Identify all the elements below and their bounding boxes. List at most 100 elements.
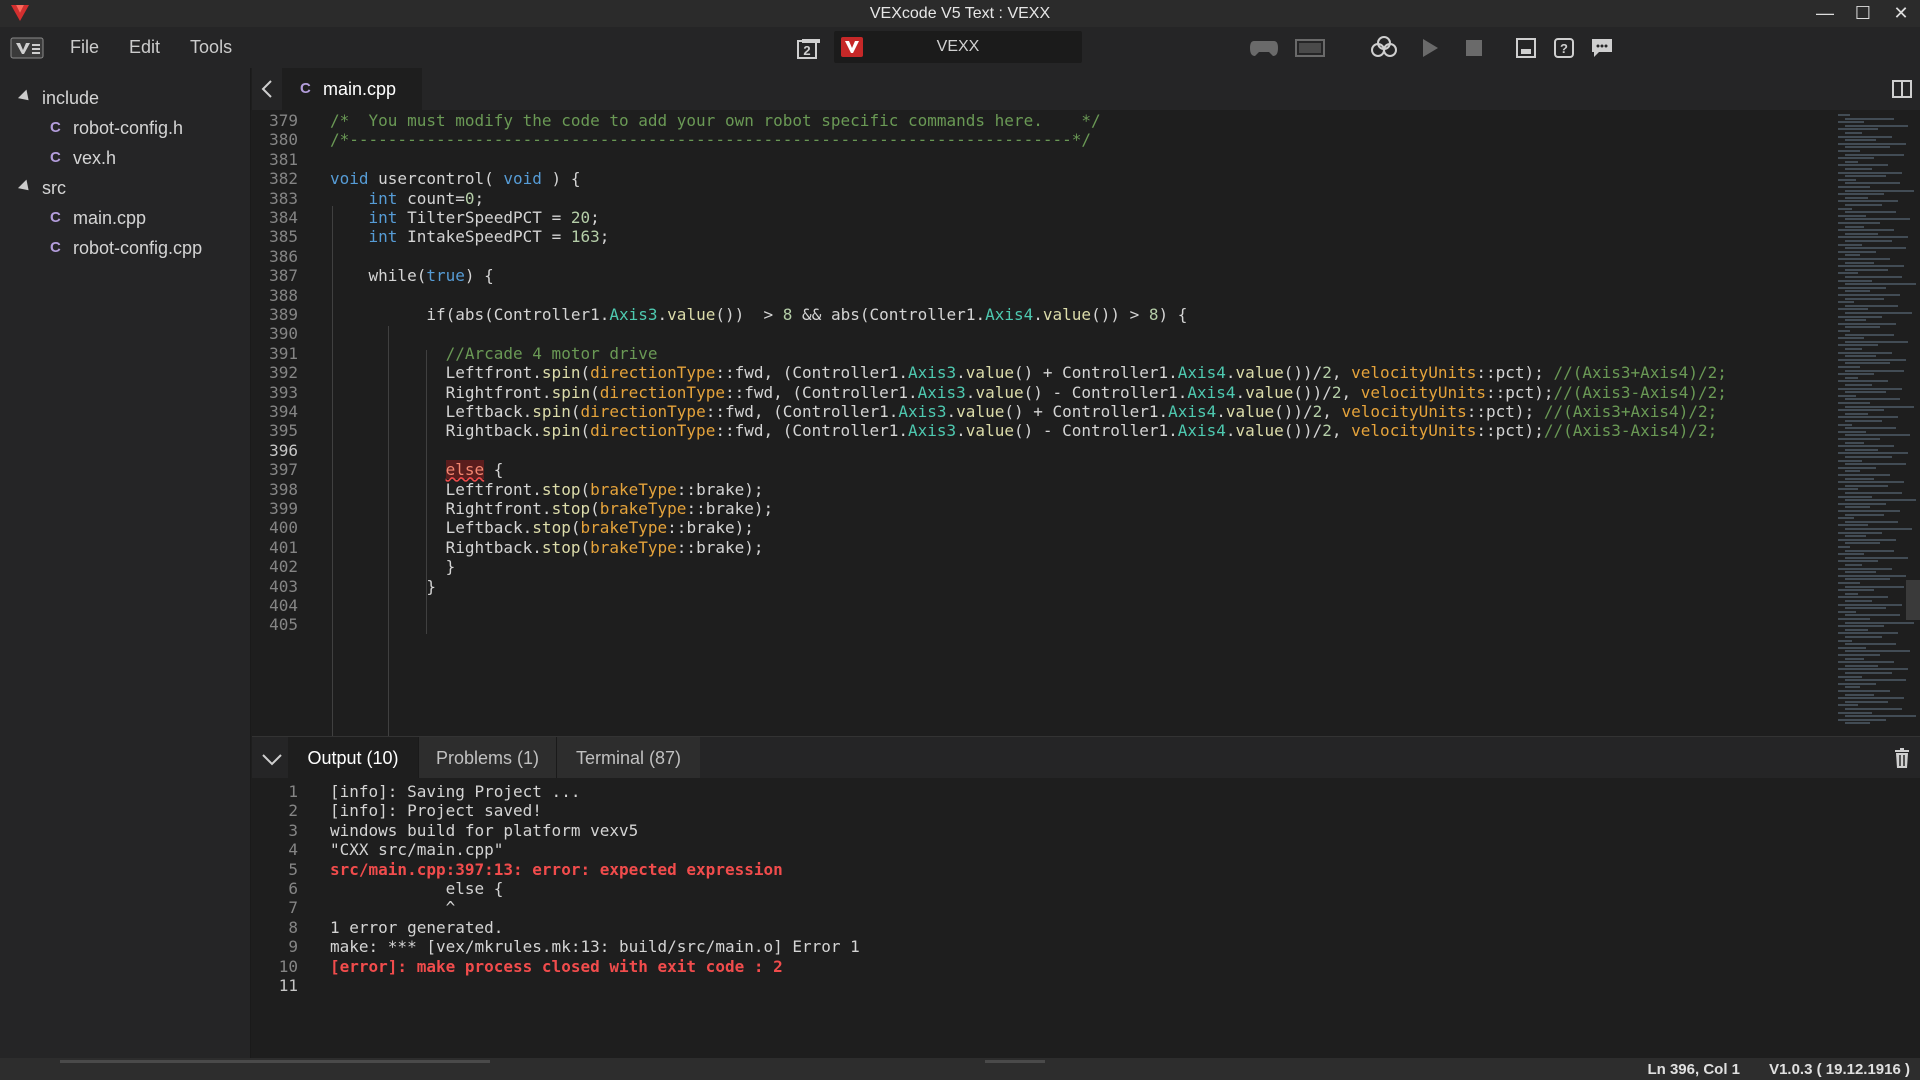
maximize-button[interactable]: ☐	[1844, 0, 1882, 27]
minimap-line	[1845, 189, 1914, 192]
minimap-line	[1838, 718, 1886, 721]
minimap-line	[1838, 330, 1850, 332]
minimap-line	[1838, 553, 1864, 556]
minimap-line	[1838, 661, 1894, 664]
status-progress-track	[60, 1060, 490, 1063]
minimap-line	[1838, 222, 1880, 224]
menu-tools[interactable]: Tools	[190, 37, 232, 58]
minimap-line	[1838, 502, 1886, 505]
minimap-line	[1845, 686, 1860, 689]
minimap-line	[1845, 204, 1882, 206]
code-editor[interactable]: 379/* You must modify the code to add yo…	[252, 110, 1920, 736]
cpp-file-icon: C	[50, 119, 61, 136]
brain-screen-icon[interactable]	[1294, 35, 1326, 61]
minimap-line	[1845, 484, 1888, 487]
minimap-line	[1845, 146, 1890, 149]
folder-expanded-icon	[17, 179, 33, 195]
cursor-position: Ln 396, Col 1	[1647, 1061, 1740, 1078]
clear-output-icon[interactable]	[1892, 747, 1912, 769]
tree-file-robot-config-cpp[interactable]: C robot-config.cpp	[50, 234, 202, 262]
minimap-line	[1845, 441, 1864, 444]
tab-label: main.cpp	[323, 78, 397, 99]
device-info-icon[interactable]	[1510, 35, 1542, 61]
minimap-line	[1845, 232, 1878, 235]
minimap-line	[1838, 668, 1908, 671]
tab-terminal[interactable]: Terminal (87)	[556, 737, 700, 779]
controller-icon[interactable]	[1248, 35, 1280, 61]
minimap-line	[1838, 438, 1880, 440]
minimap-line	[1838, 567, 1892, 570]
minimap-line	[1838, 495, 1872, 498]
minimap-line	[1845, 722, 1870, 725]
minimap-line	[1845, 427, 1896, 430]
minimap-line	[1838, 272, 1858, 275]
window-title: VEXcode V5 Text : VEXX	[869, 4, 1051, 22]
download-icon[interactable]	[1368, 35, 1400, 61]
minimap-line	[1845, 254, 1860, 257]
slot-selector-icon[interactable]: 2	[796, 38, 822, 60]
minimap-line	[1845, 117, 1894, 120]
tree-folder-src[interactable]: src	[17, 174, 66, 202]
help-icon[interactable]: ?	[1548, 35, 1580, 61]
close-window-button[interactable]: ✕	[1882, 0, 1920, 27]
minimap-line	[1845, 211, 1896, 214]
minimap-line	[1838, 207, 1852, 210]
minimap-line	[1838, 301, 1854, 304]
minimap-line	[1838, 452, 1908, 455]
minimize-button[interactable]: —	[1806, 0, 1844, 27]
editor-scrollbar[interactable]	[1906, 110, 1920, 736]
menu-bar: File Edit Tools 2 VEXX ?	[0, 27, 1920, 68]
minimap-line	[1845, 160, 1858, 163]
code-line[interactable]: 405	[252, 613, 1832, 637]
minimap-line	[1845, 470, 1860, 473]
minimap-line	[1838, 258, 1890, 260]
output-console[interactable]: 1 [info]: Saving Project ... 2 [info]: Proj…	[252, 778, 1920, 1058]
tree-file-robot-config-h[interactable]: C robot-config.h	[50, 114, 183, 142]
device-selector[interactable]: VEXX	[834, 31, 1082, 63]
minimap-line	[1838, 610, 1856, 613]
menu-edit[interactable]: Edit	[129, 37, 160, 58]
minimap-line	[1845, 362, 1890, 365]
title-bar: VEXcode V5 Text : VEXX — ☐ ✕	[0, 0, 1920, 27]
minimap-line	[1845, 657, 1864, 660]
minimap-line	[1838, 193, 1884, 196]
minimap-line	[1838, 178, 1856, 181]
tab-main-cpp[interactable]: C main.cpp	[282, 68, 422, 110]
tree-file-main-cpp[interactable]: C main.cpp	[50, 204, 146, 232]
collapse-panel-icon[interactable]	[260, 749, 284, 769]
minimap-line	[1845, 549, 1894, 552]
minimap-line	[1845, 535, 1866, 538]
window-controls: — ☐ ✕	[1806, 0, 1920, 27]
minimap-line	[1838, 114, 1850, 116]
minimap-line	[1838, 538, 1896, 541]
minimap-line	[1838, 380, 1888, 383]
minimap-line	[1838, 596, 1888, 599]
editor-tab-bar: C main.cpp	[252, 68, 1920, 110]
minimap-line	[1838, 322, 1896, 325]
stop-icon[interactable]	[1458, 35, 1490, 61]
collapse-sidebar-icon[interactable]	[258, 78, 278, 100]
minimap-line	[1845, 340, 1908, 343]
minimap-line	[1845, 592, 1858, 595]
run-icon[interactable]	[1414, 35, 1446, 61]
brain-icon	[841, 37, 863, 57]
minimap-line	[1838, 409, 1884, 412]
status-progress-track	[985, 1060, 1045, 1063]
vex-menu-logo-icon[interactable]	[10, 37, 44, 59]
minimap-line	[1845, 672, 1892, 674]
minimap-line	[1845, 384, 1872, 386]
tree-item-label: main.cpp	[73, 207, 147, 228]
tree-folder-include[interactable]: include	[17, 84, 99, 112]
minimap-line	[1838, 690, 1890, 692]
tab-output[interactable]: Output (10)	[288, 737, 418, 779]
menu-file[interactable]: File	[70, 37, 99, 58]
tab-problems[interactable]: Problems (1)	[418, 737, 556, 779]
tree-file-vex-h[interactable]: C vex.h	[50, 144, 116, 172]
tree-item-label: vex.h	[73, 147, 117, 168]
minimap-line	[1845, 614, 1900, 617]
minimap-line	[1845, 132, 1862, 134]
minimap-line	[1845, 182, 1900, 185]
split-editor-icon[interactable]	[1892, 80, 1912, 98]
minimap-line	[1838, 358, 1906, 361]
feedback-icon[interactable]	[1586, 35, 1618, 61]
